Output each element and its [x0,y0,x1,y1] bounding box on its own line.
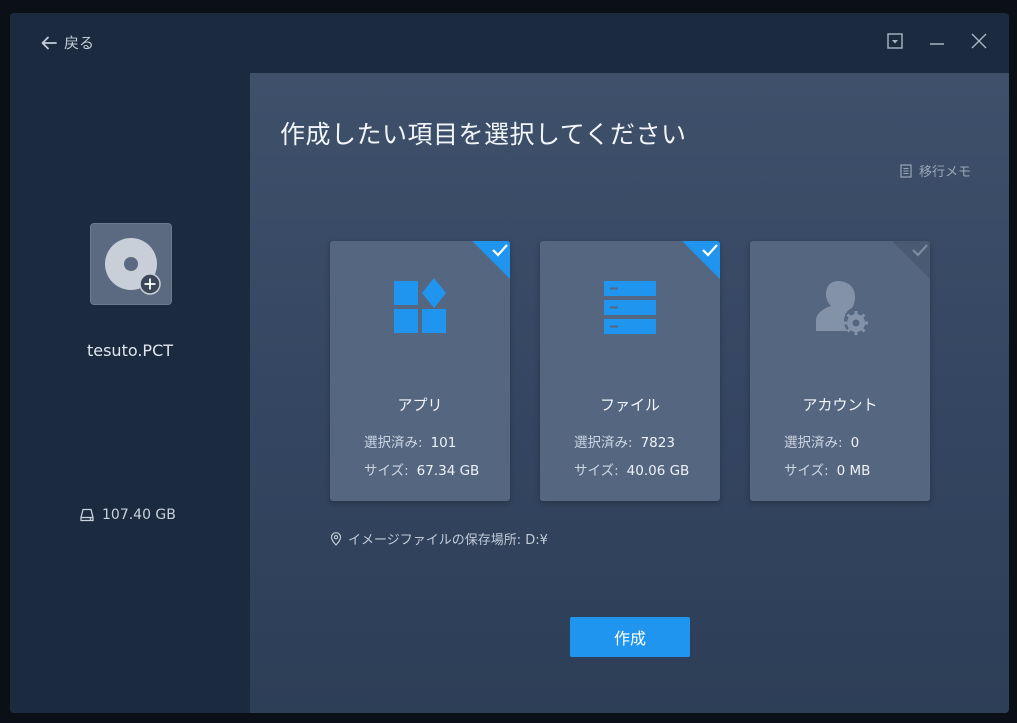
sidebar: tesuto.PCT 107.40 GB [10,73,250,713]
size-label: サイズ: [574,463,619,479]
main-panel: 作成したい項目を選択してください 移行メモ アプリ 選択済み: 101 サイズ:… [250,73,1009,713]
card-apps[interactable]: アプリ 選択済み: 101 サイズ: 67.34 GB [330,241,510,501]
dropdown-menu-button[interactable] [885,31,905,51]
back-label: 戻る [64,34,95,52]
image-drive-icon [90,223,172,305]
size-stat: サイズ: 0 MB [784,459,870,479]
files-icon [604,281,656,334]
card-title: ファイル [599,396,660,414]
drive-size-value: 107.40 GB [102,507,176,523]
document-icon [900,163,912,178]
selected-count: 選択済み: 101 [364,431,456,451]
check-icon [682,241,720,279]
location-pin-icon [330,531,342,546]
selected-value: 7823 [640,435,675,451]
app-window: 戻る tesuto.PCT 107.40 GB 作成したい項目を選択してください… [10,13,1009,713]
check-icon [892,241,930,279]
size-value: 0 MB [836,463,871,479]
image-location[interactable]: イメージファイルの保存場所: D:¥ [330,529,548,548]
checkmark-corner [682,241,720,279]
back-button[interactable]: 戻る [40,32,94,53]
hard-drive-icon [80,508,94,522]
card-title: アプリ [397,396,443,414]
size-label: サイズ: [784,463,829,479]
size-stat: サイズ: 67.34 GB [364,459,479,479]
card-account[interactable]: アカウント 選択済み: 0 サイズ: 0 MB [750,241,930,501]
size-value: 67.34 GB [416,463,480,479]
close-button[interactable] [969,31,989,51]
item-cards: アプリ 選択済み: 101 サイズ: 67.34 GB ファイル 選択済み: 7… [330,241,930,501]
migration-memo-link[interactable]: 移行メモ [899,161,971,180]
card-files[interactable]: ファイル 選択済み: 7823 サイズ: 40.06 GB [540,241,720,501]
selected-label: 選択済み: [364,435,423,451]
size-stat: サイズ: 40.06 GB [574,459,689,479]
dropdown-box-icon [887,33,903,49]
close-icon [971,33,987,49]
drive-name: tesuto.PCT [86,341,174,360]
selected-label: 選択済み: [574,435,633,451]
size-label: サイズ: [364,463,409,479]
checkmark-corner [892,241,930,279]
image-location-label: イメージファイルの保存場所: D:¥ [348,533,548,548]
size-value: 40.06 GB [626,463,690,479]
page-title: 作成したい項目を選択してください [280,120,687,149]
check-icon [472,241,510,279]
selected-value: 101 [430,435,457,451]
selected-label: 選択済み: [784,435,843,451]
drive-size: 107.40 GB [80,507,176,523]
card-title: アカウント [802,396,878,414]
migration-memo-label: 移行メモ [918,165,971,180]
account-settings-icon [816,281,868,335]
selected-count: 選択済み: 0 [784,431,859,451]
selected-value: 0 [850,435,860,451]
arrow-left-icon [41,36,57,49]
minimize-button[interactable] [927,31,947,51]
checkmark-corner [472,241,510,279]
titlebar: 戻る [10,13,1009,73]
apps-icon [394,278,446,333]
selected-count: 選択済み: 7823 [574,431,675,451]
window-controls [885,31,989,51]
create-button[interactable]: 作成 [570,617,690,657]
minimize-icon [930,43,944,45]
